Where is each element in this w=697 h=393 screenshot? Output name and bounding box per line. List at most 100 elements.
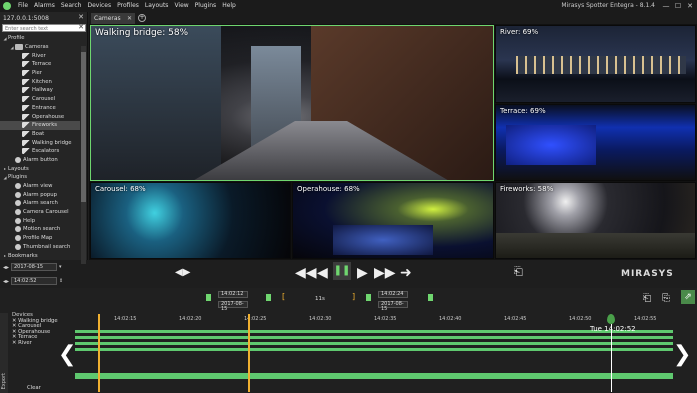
start-set-flag-icon[interactable] <box>266 294 271 301</box>
menu-profiles[interactable]: Profiles <box>114 0 142 12</box>
rewind-button[interactable]: ◀◀ <box>295 266 317 280</box>
tree-item-label: Camera Carousel <box>23 209 69 216</box>
tree-item[interactable]: Pier <box>0 69 80 78</box>
tree-item[interactable]: Boat <box>0 130 80 139</box>
tree-item[interactable]: Help <box>0 216 80 225</box>
camera-icon <box>22 113 30 120</box>
timeline-tick-label: 14:02:40 <box>439 316 462 322</box>
camera-icon <box>22 130 30 137</box>
tile-walking-bridge[interactable]: Walking bridge: 58% <box>90 25 494 181</box>
camera-icon <box>22 78 30 85</box>
tree-item[interactable]: Alarm search <box>0 199 80 208</box>
step-frame-button[interactable]: ◀▶ <box>175 266 190 280</box>
tree-item[interactable]: Entrance <box>0 104 80 113</box>
bookmark-icon[interactable]: ⎗ <box>514 265 523 279</box>
device-river[interactable]: ✕ River <box>12 340 58 347</box>
tab-close-icon[interactable]: ✕ <box>127 13 132 24</box>
menu-alarms[interactable]: Alarms <box>31 0 58 12</box>
tree-item[interactable]: ◢ Profile <box>0 34 80 43</box>
menu-devices[interactable]: Devices <box>84 0 114 12</box>
search-clear-button[interactable]: ✕ <box>78 23 84 31</box>
maximize-button[interactable]: ☐ <box>673 1 683 11</box>
end-time-input[interactable]: 14:02:24 <box>378 291 408 298</box>
export-sidebar[interactable]: Export <box>0 313 8 393</box>
tree-item[interactable]: Alarm popup <box>0 190 80 199</box>
brand-logo: MIRASYS <box>621 269 674 279</box>
camera-icon <box>22 122 30 129</box>
timeline-forward-icon[interactable]: ❯ <box>673 342 691 367</box>
tree-scrollbar[interactable] <box>81 46 86 264</box>
tree-item[interactable]: River <box>0 51 80 60</box>
end-set-flag-icon[interactable] <box>428 294 433 301</box>
end-flag-icon[interactable] <box>366 294 371 301</box>
tree-item[interactable]: Camera Carousel <box>0 208 80 217</box>
menu-layouts[interactable]: Layouts <box>142 0 172 12</box>
tree-scrollbar-thumb[interactable] <box>81 52 86 202</box>
menu-plugins[interactable]: Plugins <box>192 0 220 12</box>
menu-help[interactable]: Help <box>219 0 239 12</box>
window-close-button[interactable]: ✕ <box>685 1 695 11</box>
tree-search-input[interactable] <box>3 26 77 32</box>
tree-item[interactable]: Alarm view <box>0 182 80 191</box>
export-icon[interactable]: ⎘ <box>662 293 670 304</box>
menu-file[interactable]: File <box>15 0 31 12</box>
playhead[interactable] <box>611 324 612 392</box>
share-button[interactable]: ⇗ <box>681 290 695 304</box>
playhead-marker-icon[interactable] <box>607 314 615 324</box>
camera-icon <box>22 61 30 68</box>
tile-label: Carousel: 68% <box>95 185 146 193</box>
end-date-input[interactable]: 2017-08-15 <box>378 301 408 312</box>
date-nav-arrows[interactable]: ◂▸ <box>3 264 9 271</box>
menu-search[interactable]: Search <box>58 0 85 12</box>
tree-item[interactable]: Terrace <box>0 60 80 69</box>
camera-icon <box>22 87 30 94</box>
tree-item-label: Thumbnail search <box>23 243 71 250</box>
fast-forward-button[interactable]: ▶▶ <box>374 266 396 280</box>
tree-item-label: Cameras <box>25 44 49 51</box>
tree-item[interactable]: ▸ Bookmarks <box>0 251 80 260</box>
play-forward-button[interactable]: ▶ <box>357 266 368 280</box>
pause-button[interactable]: ❚❚ <box>333 262 351 280</box>
add-tab-button[interactable]: + <box>138 14 146 22</box>
time-input[interactable] <box>11 277 57 285</box>
selection-range[interactable] <box>98 314 250 392</box>
minimize-button[interactable]: — <box>661 1 671 11</box>
tree-item[interactable]: Fireworks <box>0 120 80 130</box>
date-input[interactable] <box>11 263 57 271</box>
tile-operahouse[interactable]: Operahouse: 68% <box>292 182 494 259</box>
tree-item[interactable]: Operahouse <box>0 112 80 121</box>
clear-button[interactable]: Clear <box>27 385 41 391</box>
timeline-back-icon[interactable]: ❮ <box>58 342 76 367</box>
time-nav-arrows[interactable]: ◂▸ <box>3 278 9 285</box>
panel-close-button[interactable]: ✕ <box>78 13 84 21</box>
tree-item-label: Escalators <box>32 148 60 155</box>
tree-item[interactable]: Walking bridge <box>0 138 80 147</box>
go-live-button[interactable]: ➜ <box>400 266 412 280</box>
tree-item[interactable]: ▸ Layouts <box>0 164 80 173</box>
time-spinner-icon[interactable]: ⇕ <box>59 278 63 284</box>
tree-item[interactable]: Alarm button <box>0 156 80 165</box>
tree-item[interactable]: Motion search <box>0 225 80 234</box>
tab-cameras[interactable]: Cameras ✕ <box>91 13 135 24</box>
tree-item[interactable]: Thumbnail search <box>0 243 80 252</box>
tree-item[interactable]: ◢ Cameras <box>0 43 80 52</box>
add-bookmark-icon[interactable]: ⎗ <box>643 293 651 304</box>
start-date-input[interactable]: 2017-08-15 <box>218 301 248 312</box>
start-time-input[interactable]: 14:02:12 <box>218 291 248 298</box>
start-flag-icon[interactable] <box>206 294 211 301</box>
tree-item-label: Bookmarks <box>8 252 38 259</box>
tile-fireworks[interactable]: Fireworks: 58% <box>495 182 696 259</box>
tree-item[interactable]: Kitchen <box>0 77 80 86</box>
tree-item[interactable]: Escalators <box>0 147 80 156</box>
tile-carousel[interactable]: Carousel: 68% <box>90 182 291 259</box>
tree-item[interactable]: Profile Map <box>0 234 80 243</box>
date-dropdown-icon[interactable]: ▾ <box>59 264 62 270</box>
menu-view[interactable]: View <box>171 0 191 12</box>
tree-item[interactable]: Carousel <box>0 95 80 104</box>
tile-terrace[interactable]: Terrace: 69% <box>495 104 696 181</box>
tree-item[interactable]: Hallway <box>0 86 80 95</box>
tree-item[interactable]: ◢ Plugins <box>0 173 80 182</box>
play-backward-button[interactable]: ◀ <box>317 266 328 280</box>
tile-river[interactable]: River: 69% <box>495 25 696 103</box>
plugin-icon <box>15 226 21 233</box>
